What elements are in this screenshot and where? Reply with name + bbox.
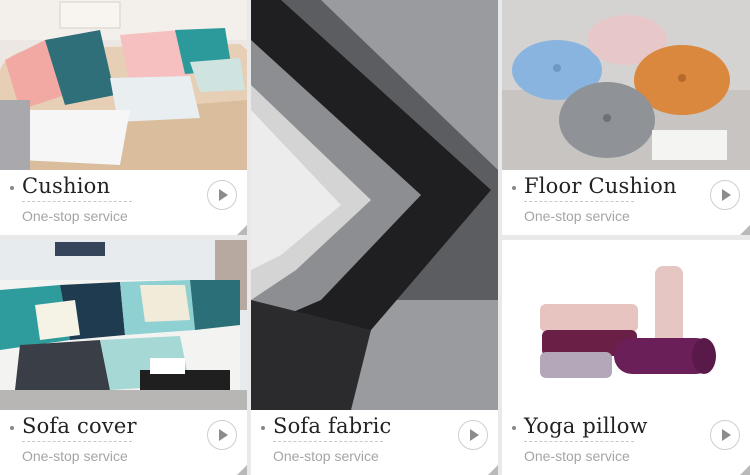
- tile-subtitle: One-stop service: [22, 208, 128, 224]
- tile-sofa-cover[interactable]: Sofa cover One-stop service: [0, 240, 247, 475]
- tile-subtitle: One-stop service: [524, 208, 630, 224]
- corner-triangle-icon: [488, 465, 498, 475]
- bullet-dot-icon: [512, 426, 516, 430]
- sofa-fabric-photo: [251, 0, 498, 410]
- tile-title: Yoga pillow: [524, 414, 648, 438]
- tile-yoga-pillow[interactable]: Yoga pillow One-stop service: [502, 240, 750, 475]
- tile-subtitle: One-stop service: [524, 448, 630, 464]
- bullet-dot-icon: [10, 186, 14, 190]
- bullet-dot-icon: [10, 426, 14, 430]
- divider: [22, 201, 132, 202]
- corner-triangle-icon: [237, 465, 247, 475]
- tile-title: Floor Cushion: [524, 174, 677, 198]
- divider: [524, 441, 634, 442]
- play-icon[interactable]: [710, 180, 740, 210]
- yoga-pillow-photo: [502, 240, 750, 410]
- tile-sofa-fabric[interactable]: Sofa fabric One-stop service: [251, 0, 498, 475]
- cushion-photo: [0, 0, 247, 170]
- tile-title: Sofa cover: [22, 414, 137, 438]
- play-icon[interactable]: [458, 420, 488, 450]
- divider: [22, 441, 132, 442]
- bullet-dot-icon: [261, 426, 265, 430]
- sofa-cover-photo: [0, 240, 247, 410]
- tile-subtitle: One-stop service: [273, 448, 379, 464]
- play-icon[interactable]: [207, 420, 237, 450]
- divider: [273, 441, 383, 442]
- bullet-dot-icon: [512, 186, 516, 190]
- corner-triangle-icon: [740, 465, 750, 475]
- yoga-pillow-caption: Yoga pillow One-stop service: [502, 410, 750, 475]
- tile-cushion[interactable]: Cushion One-stop service: [0, 0, 247, 235]
- tile-title: Sofa fabric: [273, 414, 392, 438]
- play-icon[interactable]: [207, 180, 237, 210]
- sofa-cover-caption: Sofa cover One-stop service: [0, 410, 247, 475]
- divider: [524, 201, 634, 202]
- sofa-fabric-caption: Sofa fabric One-stop service: [251, 410, 498, 475]
- corner-triangle-icon: [740, 225, 750, 235]
- tile-title: Cushion: [22, 174, 111, 198]
- cushion-caption: Cushion One-stop service: [0, 170, 247, 235]
- floor-cushion-photo: [502, 0, 750, 170]
- play-icon[interactable]: [710, 420, 740, 450]
- floor-cushion-caption: Floor Cushion One-stop service: [502, 170, 750, 235]
- corner-triangle-icon: [237, 225, 247, 235]
- tile-subtitle: One-stop service: [22, 448, 128, 464]
- tile-floor-cushion[interactable]: Floor Cushion One-stop service: [502, 0, 750, 235]
